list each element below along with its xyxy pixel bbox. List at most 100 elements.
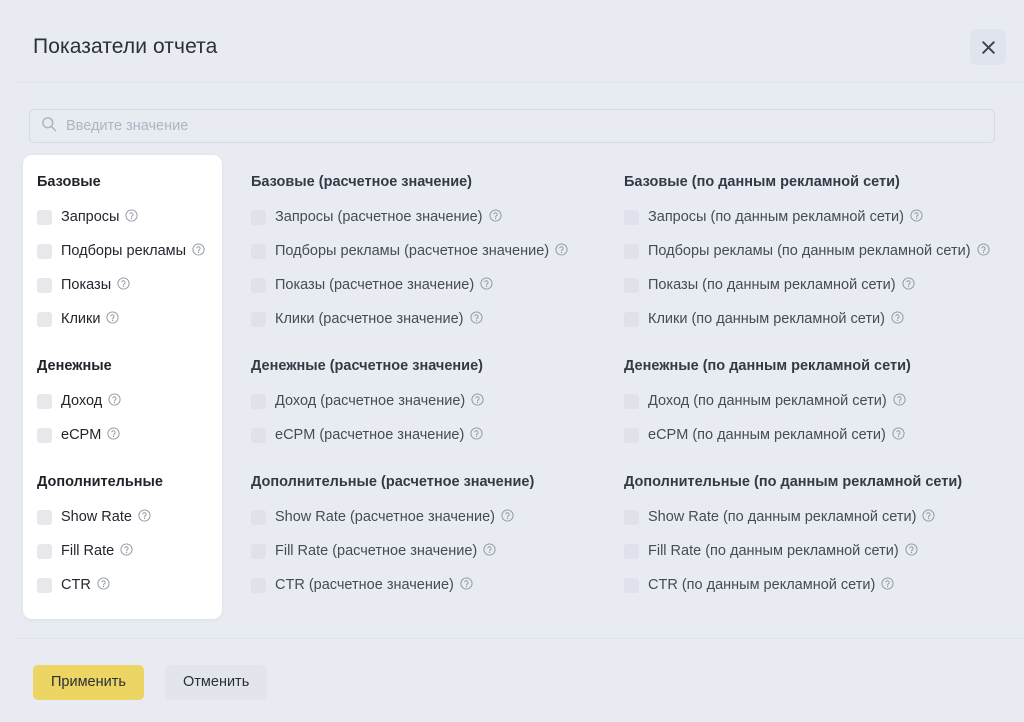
checkbox[interactable] [37, 210, 52, 225]
metric-label: Клики [61, 311, 101, 327]
help-circle-icon[interactable] [120, 542, 133, 561]
checkbox[interactable] [37, 510, 52, 525]
metric-checkbox-row[interactable]: Подборы рекламы [23, 240, 222, 263]
metric-checkbox-row[interactable]: Show Rate [23, 506, 222, 529]
search-input[interactable] [66, 111, 994, 141]
metric-checkbox-row[interactable]: Запросы (расчетное значение) [251, 206, 606, 229]
help-circle-icon[interactable] [905, 542, 918, 561]
help-circle-icon[interactable] [471, 392, 484, 411]
checkbox[interactable] [251, 544, 266, 559]
help-circle-icon[interactable] [891, 310, 904, 329]
help-circle-icon[interactable] [97, 576, 110, 595]
metric-checkbox-row[interactable]: eCPM [23, 424, 222, 447]
metric-checkbox-row[interactable]: CTR (расчетное значение) [251, 574, 606, 597]
metric-label: Fill Rate (по данным рекламной сети) [648, 543, 899, 559]
metric-checkbox-row[interactable]: Доход [23, 390, 222, 413]
metric-checkbox-row[interactable]: Клики [23, 308, 222, 331]
metric-checkbox-row[interactable]: eCPM (по данным рекламной сети) [624, 424, 1016, 447]
help-circle-icon[interactable] [892, 426, 905, 445]
close-dialog-button[interactable] [970, 29, 1006, 65]
checkbox[interactable] [624, 210, 639, 225]
help-circle-icon[interactable] [192, 242, 205, 261]
help-circle-icon[interactable] [107, 426, 120, 445]
metric-label: Show Rate [61, 509, 132, 525]
checkbox[interactable] [624, 428, 639, 443]
checkbox[interactable] [251, 394, 266, 409]
metric-checkbox-row[interactable]: Доход (по данным рекламной сети) [624, 390, 1016, 413]
metric-label: Показы [61, 277, 112, 293]
checkbox[interactable] [624, 278, 639, 293]
checkbox[interactable] [251, 278, 266, 293]
metric-label: Показы (по данным рекламной сети) [648, 277, 896, 293]
metric-label: Show Rate (по данным рекламной сети) [648, 509, 917, 525]
help-circle-icon[interactable] [902, 276, 915, 295]
checkbox[interactable] [37, 394, 52, 409]
checkbox[interactable] [624, 544, 639, 559]
help-circle-icon[interactable] [910, 208, 923, 227]
metric-checkbox-row[interactable]: Доход (расчетное значение) [251, 390, 606, 413]
checkbox[interactable] [37, 278, 52, 293]
help-circle-icon[interactable] [488, 208, 502, 227]
group-title: Денежные [37, 358, 112, 374]
cancel-button[interactable]: Отменить [165, 665, 268, 700]
help-circle-icon[interactable] [977, 242, 990, 261]
metric-checkbox-row[interactable]: CTR (по данным рекламной сети) [624, 574, 1016, 597]
checkbox[interactable] [624, 394, 639, 409]
metric-checkbox-row[interactable]: CTR [23, 574, 222, 597]
metric-label: eCPM (расчетное значение) [275, 427, 465, 443]
help-circle-icon[interactable] [483, 542, 496, 561]
help-circle-icon[interactable] [469, 310, 483, 329]
checkbox[interactable] [251, 428, 266, 443]
checkbox[interactable] [624, 510, 639, 525]
checkbox[interactable] [624, 312, 639, 327]
checkbox[interactable] [624, 244, 639, 259]
checkbox[interactable] [251, 578, 266, 593]
checkbox[interactable] [37, 244, 52, 259]
checkbox[interactable] [251, 210, 266, 225]
metric-group: Дополнительные (по данным рекламной сети… [624, 473, 1016, 597]
metric-checkbox-row[interactable]: Fill Rate [23, 540, 222, 563]
help-circle-icon[interactable] [555, 242, 568, 261]
metric-checkbox-row[interactable]: Показы (расчетное значение) [251, 274, 606, 297]
metric-checkbox-row[interactable]: Показы [23, 274, 222, 297]
apply-button[interactable]: Применить [33, 665, 144, 700]
metrics-columns: Базовые Запросы Подборы рекламы Показы Клики… [0, 155, 1024, 619]
metric-checkbox-row[interactable]: Запросы [23, 206, 222, 229]
help-circle-icon[interactable] [106, 310, 120, 329]
metric-checkbox-row[interactable]: Клики (расчетное значение) [251, 308, 606, 331]
help-circle-icon[interactable] [138, 508, 151, 527]
help-circle-icon[interactable] [893, 392, 906, 411]
metric-checkbox-row[interactable]: Клики (по данным рекламной сети) [624, 308, 1016, 331]
metric-checkbox-row[interactable]: Подборы рекламы (расчетное значение) [251, 240, 606, 263]
help-circle-icon[interactable] [460, 576, 473, 595]
help-circle-icon[interactable] [501, 508, 514, 527]
search-field[interactable] [29, 109, 995, 143]
checkbox[interactable] [251, 312, 266, 327]
checkbox[interactable] [37, 578, 52, 593]
metric-checkbox-row[interactable]: Запросы (по данным рекламной сети) [624, 206, 1016, 229]
help-circle-icon[interactable] [108, 392, 121, 411]
checkbox[interactable] [624, 578, 639, 593]
metric-checkbox-row[interactable]: Fill Rate (по данным рекламной сети) [624, 540, 1016, 563]
checkbox[interactable] [37, 544, 52, 559]
metric-label: Подборы рекламы (по данным рекламной сет… [648, 243, 971, 259]
group-title: Базовые [37, 174, 101, 190]
checkbox[interactable] [251, 510, 266, 525]
help-circle-icon[interactable] [881, 576, 894, 595]
help-circle-icon[interactable] [125, 208, 139, 227]
checkbox[interactable] [37, 428, 52, 443]
help-circle-icon[interactable] [117, 276, 130, 295]
metric-label: Подборы рекламы [61, 243, 187, 259]
help-circle-icon[interactable] [470, 426, 483, 445]
metric-checkbox-row[interactable]: Показы (по данным рекламной сети) [624, 274, 1016, 297]
checkbox[interactable] [251, 244, 266, 259]
help-circle-icon[interactable] [480, 276, 493, 295]
metric-checkbox-row[interactable]: Fill Rate (расчетное значение) [251, 540, 606, 563]
help-circle-icon[interactable] [922, 508, 935, 527]
checkbox[interactable] [37, 312, 52, 327]
metric-checkbox-row[interactable]: eCPM (расчетное значение) [251, 424, 606, 447]
metric-checkbox-row[interactable]: Подборы рекламы (по данным рекламной сет… [624, 240, 1016, 263]
metric-group: Дополнительные Show Rate Fill Rate CTR [23, 473, 222, 597]
metric-checkbox-row[interactable]: Show Rate (расчетное значение) [251, 506, 606, 529]
metric-checkbox-row[interactable]: Show Rate (по данным рекламной сети) [624, 506, 1016, 529]
